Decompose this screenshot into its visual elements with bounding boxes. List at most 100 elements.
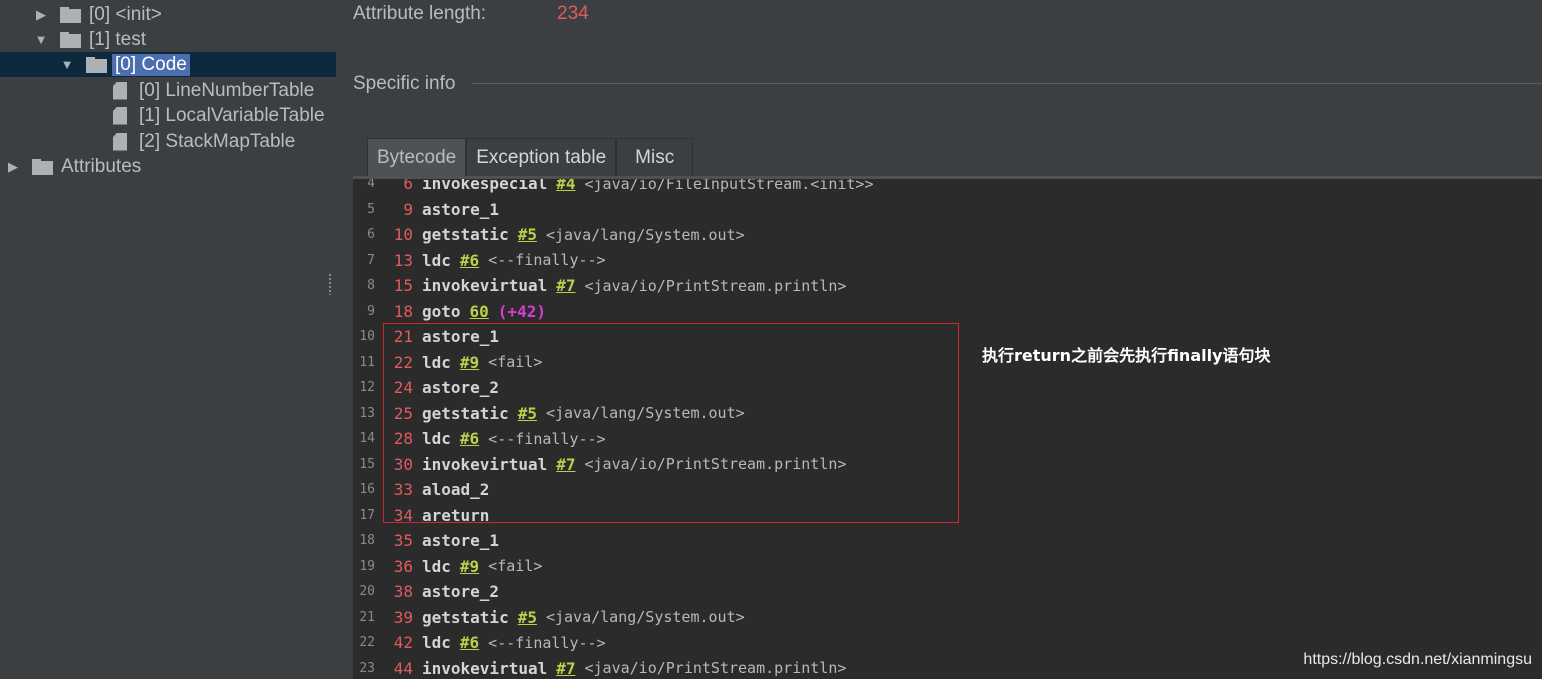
highlight-box	[383, 323, 959, 523]
line-number: 6	[367, 227, 375, 242]
constant-pool-reference-link[interactable]: #9	[460, 557, 479, 576]
bytecode-row[interactable]: 5 9 astore_1	[353, 197, 499, 222]
bytecode-offset: 13	[393, 250, 413, 270]
constant-pool-reference-link[interactable]: 60	[470, 302, 489, 321]
watermark: https://blog.csdn.net/xianmingsu	[1303, 651, 1532, 668]
constant-pool-reference-link[interactable]: #7	[556, 659, 575, 678]
reference-comment: <java/io/PrintStream.println>	[584, 659, 847, 677]
file-icon	[113, 132, 127, 151]
expand-arrow-icon[interactable]: ▶	[6, 159, 20, 174]
bytecode-offset: 15	[393, 276, 413, 295]
reference-comment: <java/lang/System.out>	[545, 225, 745, 244]
folder-icon	[86, 56, 107, 73]
bytecode-offset: 9	[403, 199, 413, 219]
line-number: 17	[359, 507, 375, 523]
tree-item-label: Attributes	[61, 155, 142, 177]
bytecode-offset: 18	[393, 301, 413, 321]
constant-pool-reference-link[interactable]: #6	[460, 633, 479, 652]
bytecode-row[interactable]: 23 44 invokevirtual #7 <java/io/PrintStream.…	[353, 656, 846, 679]
line-number: 9	[367, 303, 375, 319]
bytecode-offset: 38	[393, 582, 413, 601]
bytecode-offset: 39	[393, 607, 413, 627]
reference-comment: <--finally-->	[488, 633, 606, 652]
attribute-length-value: 234	[557, 3, 589, 24]
tree-item-test[interactable]: ▼ [1] test	[0, 27, 360, 52]
line-number: 21	[359, 609, 375, 625]
constant-pool-reference-link[interactable]: #7	[556, 276, 575, 295]
opcode: astore_2	[422, 582, 500, 601]
constant-pool-reference-link[interactable]: #4	[556, 179, 575, 193]
line-number: 23	[359, 660, 375, 676]
bytecode-row[interactable]: 6 10 getstatic #5 <java/lang/System.out>	[353, 222, 745, 247]
collapse-arrow-icon[interactable]: ▼	[60, 57, 74, 72]
folder-icon	[60, 31, 81, 48]
line-number: 19	[359, 558, 375, 574]
splitter-handle[interactable]	[328, 273, 332, 295]
structure-tree: ▶ [0] <init> ▼ [1] test ▼ [0] Code [0] L…	[0, 0, 386, 679]
annotation-text: 执行return之前会先执行finally语句块	[982, 346, 1271, 365]
tab-bytecode[interactable]: Bytecode	[367, 138, 467, 176]
constant-pool-reference-link[interactable]: #6	[460, 251, 479, 270]
line-number: 12	[359, 380, 375, 395]
specific-info-label: Specific info	[353, 73, 456, 94]
expand-arrow-icon[interactable]: ▶	[34, 7, 48, 22]
bytecode-row[interactable]: 20 38 astore_2	[353, 579, 499, 604]
constant-pool-reference-link[interactable]: #5	[518, 608, 537, 627]
bytecode-offset: 6	[403, 179, 413, 193]
tree-item-code[interactable]: ▼ [0] Code	[0, 52, 386, 77]
line-number: 20	[359, 584, 375, 599]
tab-misc[interactable]: Misc	[616, 138, 694, 176]
line-number: 4	[367, 179, 375, 191]
tree-item-label: [0] <init>	[89, 3, 162, 25]
tree-item-label: [0] LineNumberTable	[139, 79, 315, 101]
bytecode-row[interactable]: 21 39 getstatic #5 <java/lang/System.out>	[353, 605, 745, 630]
tab-exception-table[interactable]: Exception table	[466, 138, 617, 176]
line-number: 11	[359, 354, 375, 370]
tree-item-label: [1] test	[89, 28, 147, 50]
tree-item-label: [0] Code	[112, 53, 190, 76]
bytecode-row[interactable]: 9 18 goto 60 (+42)	[353, 299, 546, 324]
reference-comment: <java/io/FileInputStream.<init>>	[584, 179, 874, 193]
line-number: 8	[367, 278, 375, 293]
bytecode-offset: 44	[393, 658, 413, 678]
line-number: 16	[359, 482, 375, 497]
reference-comment: <--finally-->	[488, 251, 606, 269]
bytecode-offset: 35	[393, 531, 413, 550]
folder-icon	[32, 158, 53, 175]
opcode: ldc	[422, 250, 451, 270]
bytecode-row[interactable]: 4 6 invokespecial #4 <java/io/FileInputStrea…	[353, 179, 873, 196]
bytecode-offset: 42	[393, 633, 413, 652]
bytecode-row[interactable]: 22 42 ldc #6 <--finally-->	[353, 630, 606, 655]
opcode: astore_1	[422, 199, 500, 219]
tree-item-label: [1] LocalVariableTable	[139, 104, 325, 126]
bytecode-row[interactable]: 19 36 ldc #9 <fail>	[353, 554, 542, 579]
attribute-length-label: Attribute length:	[353, 3, 487, 24]
opcode: astore_1	[422, 531, 500, 550]
tab-bar: Bytecode Exception table Misc	[367, 138, 694, 176]
opcode: getstatic	[422, 225, 509, 244]
opcode: invokevirtual	[422, 276, 548, 295]
line-number: 22	[359, 635, 375, 650]
opcode: ldc	[422, 556, 451, 576]
collapse-arrow-icon[interactable]: ▼	[34, 32, 48, 47]
opcode: ldc	[422, 633, 451, 652]
reference-comment: <java/lang/System.out>	[545, 608, 745, 626]
opcode: invokespecial	[422, 179, 548, 193]
tree-item-attributes[interactable]: ▶ Attributes	[0, 154, 332, 179]
tree-item-label: [2] StackMapTable	[139, 130, 296, 152]
folder-icon	[60, 6, 81, 23]
file-icon	[113, 106, 127, 125]
reference-comment: <fail>	[488, 557, 543, 575]
line-number: 18	[359, 533, 375, 548]
bytecode-offset: 10	[393, 225, 413, 244]
line-number: 14	[359, 431, 375, 446]
line-number: 10	[359, 329, 375, 344]
jump-offset: (+42)	[497, 301, 546, 321]
line-number: 5	[367, 201, 375, 217]
section-divider	[472, 83, 1542, 84]
bytecode-row[interactable]: 8 15 invokevirtual #7 <java/io/PrintStream.p…	[353, 273, 846, 298]
constant-pool-reference-link[interactable]: #5	[518, 225, 537, 244]
bytecode-row[interactable]: 18 35 astore_1	[353, 528, 499, 553]
tree-item-init[interactable]: ▶ [0] <init>	[0, 2, 360, 27]
bytecode-row[interactable]: 7 13 ldc #6 <--finally-->	[353, 248, 606, 273]
